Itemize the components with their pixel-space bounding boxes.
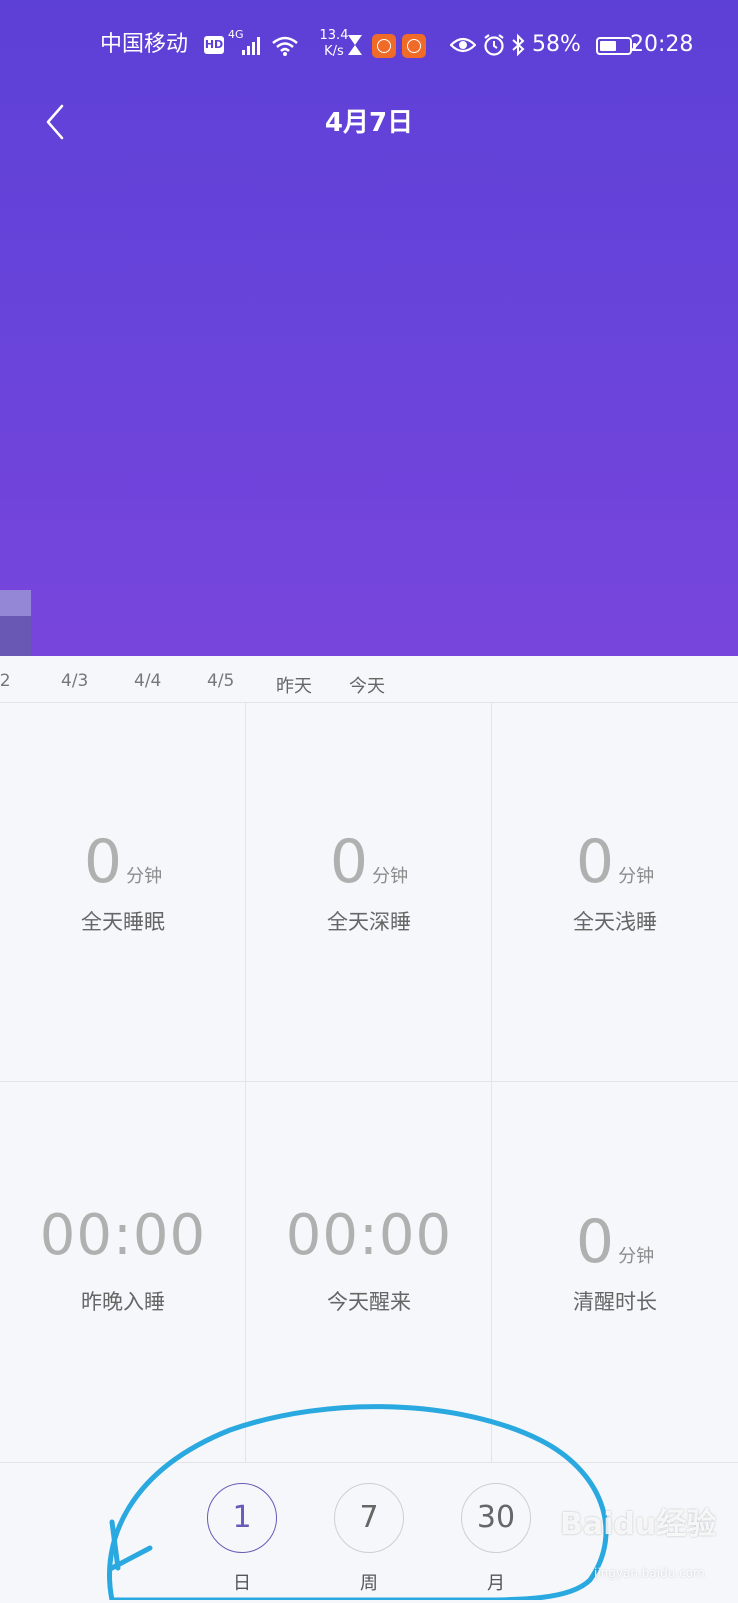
stat-value: 0 分钟 — [492, 830, 738, 909]
stat-time: 00:00 — [285, 1203, 453, 1268]
clock-time: 20:28 — [630, 32, 694, 57]
hd-icon: HD — [204, 36, 224, 54]
date-tick[interactable]: 4/5 — [207, 670, 234, 692]
stat-value: 0 分钟 — [0, 830, 246, 909]
stat-label: 全天浅睡 — [573, 910, 657, 934]
stat-number: 0 — [329, 827, 369, 897]
stat-label: 全天深睡 — [327, 910, 411, 934]
period-label: 日 — [233, 1573, 251, 1594]
date-tick[interactable]: 4/3 — [61, 670, 88, 692]
date-tick[interactable]: /2 — [0, 670, 11, 692]
stat-number: 0 — [83, 827, 123, 897]
stat-awake-duration: 0 分钟 清醒时长 — [492, 1082, 738, 1462]
stat-total-sleep: 0 分钟 全天睡眠 — [0, 702, 246, 1082]
chart-bar — [0, 590, 31, 616]
battery-percent: 58% — [532, 32, 581, 57]
stat-woke-up: 00:00 今天醒来 — [246, 1082, 492, 1462]
stat-deep-sleep: 0 分钟 全天深睡 — [246, 702, 492, 1082]
stat-light-sleep: 0 分钟 全天浅睡 — [492, 702, 738, 1082]
page-title: 4月7日 — [324, 108, 414, 138]
battery-icon — [596, 37, 636, 55]
carrier-name: 中国移动 — [100, 32, 189, 57]
stat-fell-asleep: 00:00 昨晚入睡 — [0, 1082, 246, 1462]
baidu-watermark: Baidu经验 — [560, 1507, 717, 1542]
mi-app-icon — [372, 34, 396, 58]
hourglass-icon — [348, 35, 362, 55]
mi-app-icon — [402, 34, 426, 58]
signal-icon — [242, 37, 260, 55]
date-tick[interactable]: 4/4 — [134, 670, 161, 692]
period-month-button[interactable]: 30 月 — [461, 1483, 531, 1603]
stat-time: 00:00 — [39, 1203, 207, 1268]
stat-unit: 分钟 — [126, 866, 163, 887]
stat-label: 全天睡眠 — [81, 910, 165, 934]
stat-label: 今天醒来 — [327, 1290, 411, 1314]
stat-value: 0 分钟 — [492, 1210, 738, 1289]
header-area — [0, 0, 738, 656]
period-day-button[interactable]: 1 日 — [207, 1483, 277, 1603]
period-number: 1 — [207, 1483, 277, 1553]
period-label: 月 — [487, 1573, 505, 1594]
stat-value: 0 分钟 — [246, 830, 492, 909]
bluetooth-icon — [512, 33, 525, 57]
date-axis: /2 4/3 4/4 4/5 昨天 今天 — [0, 656, 738, 703]
sleep-stats-grid: 0 分钟 全天睡眠 0 分钟 全天深睡 0 分钟 全天浅睡 00:00 昨晚入睡 00… — [0, 702, 738, 1462]
period-week-button[interactable]: 7 周 — [334, 1483, 404, 1603]
stat-label: 清醒时长 — [573, 1290, 657, 1314]
alarm-icon — [484, 34, 504, 56]
stat-number: 0 — [575, 827, 615, 897]
eye-icon — [450, 37, 476, 53]
date-tick-today[interactable]: 今天 — [349, 676, 385, 698]
stat-unit: 分钟 — [618, 866, 655, 887]
period-label: 周 — [360, 1573, 378, 1594]
wifi-icon — [272, 36, 298, 56]
status-bar: 中国移动 HD 4G 13.4 K/s 58% 20:28 — [0, 0, 738, 92]
stat-unit: 分钟 — [372, 866, 409, 887]
date-tick-yesterday[interactable]: 昨天 — [276, 676, 312, 698]
baidu-watermark-url: jingyan.baidu.com — [594, 1566, 705, 1580]
stat-number: 0 — [575, 1207, 615, 1277]
stat-label: 昨晚入睡 — [81, 1290, 165, 1314]
period-number: 30 — [461, 1483, 531, 1553]
chart-bar — [0, 616, 31, 656]
period-number: 7 — [334, 1483, 404, 1553]
stat-unit: 分钟 — [618, 1246, 655, 1267]
